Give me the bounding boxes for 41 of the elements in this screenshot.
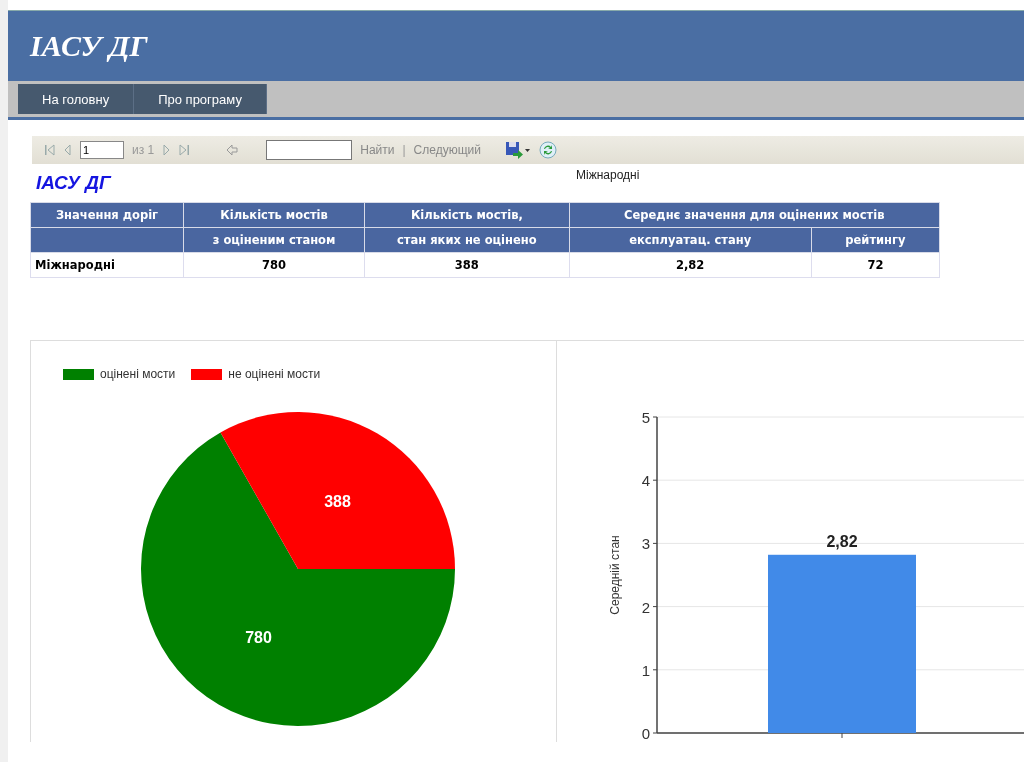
column-header: рейтингу bbox=[811, 227, 940, 253]
previous-page-icon[interactable] bbox=[64, 144, 72, 156]
table-cell: 780 bbox=[183, 252, 365, 278]
column-header: з оціненим станом bbox=[183, 227, 365, 253]
last-page-icon[interactable] bbox=[178, 144, 191, 156]
y-tick-label: 5 bbox=[641, 409, 650, 426]
slice-value-label: 780 bbox=[245, 628, 272, 646]
column-header: Кількість мостів, bbox=[364, 202, 569, 228]
report-title: ІАСУ ДГ bbox=[36, 172, 111, 194]
table-cell: 72 bbox=[811, 252, 940, 278]
column-header: стан яких не оцінено bbox=[364, 227, 569, 253]
y-tick-label: 3 bbox=[641, 535, 650, 553]
export-icon[interactable] bbox=[504, 141, 531, 159]
legend-label: не оцінені мости bbox=[228, 367, 321, 381]
table-cell: 388 bbox=[364, 252, 569, 278]
y-tick-label: 0 bbox=[641, 725, 650, 742]
table-cell: 2,82 bbox=[569, 252, 812, 278]
bar-value-label: 2,82 bbox=[826, 532, 858, 550]
column-header: експлуатац. стану bbox=[569, 227, 812, 253]
app-title: ІАСУ ДГ bbox=[30, 29, 148, 63]
separator-text: | bbox=[402, 143, 406, 157]
page-count: из 1 bbox=[132, 143, 155, 157]
y-tick-label: 2 bbox=[641, 598, 650, 616]
column-header: Значення доріг bbox=[30, 202, 184, 228]
refresh-icon[interactable] bbox=[538, 141, 557, 159]
find-field[interactable] bbox=[266, 140, 353, 160]
slice-value-label: 388 bbox=[324, 493, 351, 511]
y-tick-label: 1 bbox=[641, 661, 650, 679]
y-tick-label: 4 bbox=[641, 472, 650, 490]
back-icon[interactable] bbox=[226, 144, 239, 156]
legend-label: оцінені мости bbox=[100, 367, 176, 381]
column-header: Кількість мостів bbox=[183, 202, 365, 228]
table-cell: Міжнародні bbox=[30, 252, 184, 278]
nav-item[interactable]: Про програму bbox=[134, 84, 267, 114]
y-axis-title: Середній стан bbox=[608, 535, 622, 615]
report-subtitle: Міжнародні bbox=[576, 168, 640, 182]
first-page-icon[interactable] bbox=[44, 144, 56, 156]
nav-item[interactable]: На головну bbox=[18, 84, 135, 114]
column-header: Середнє значення для оцінених мостів bbox=[569, 202, 940, 228]
page-number-field[interactable]: 1 bbox=[80, 141, 124, 159]
next-page-icon[interactable] bbox=[162, 144, 171, 156]
